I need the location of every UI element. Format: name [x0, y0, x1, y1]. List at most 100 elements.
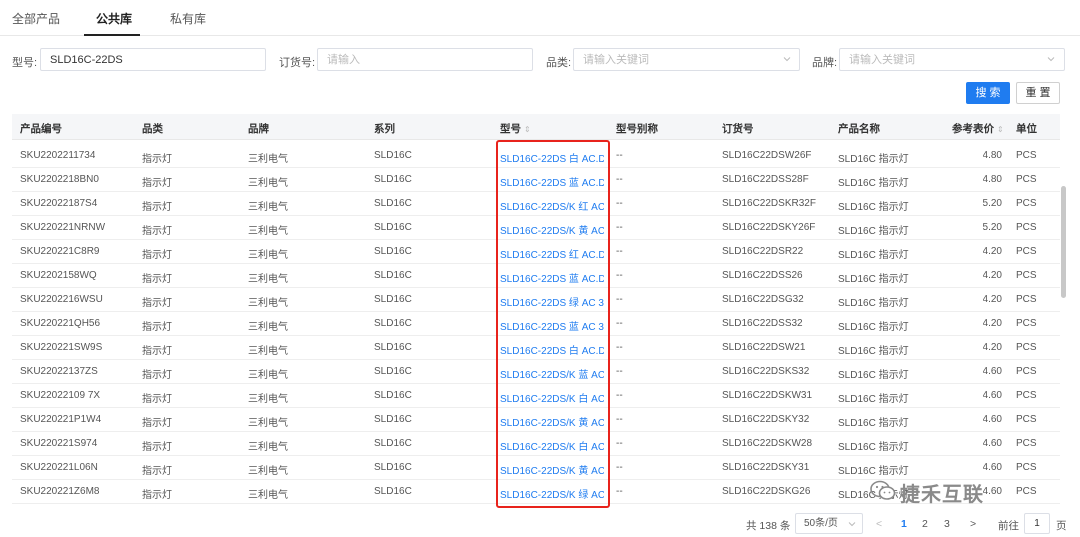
table-row[interactable]: SKU2202158WQ 指示灯 三利电气 SLD16C SLD16C-22DS 蓝 A… — [12, 264, 1060, 288]
cell-model-alias: -- — [616, 342, 623, 353]
table-row[interactable]: SKU220221QH56 指示灯 三利电气 SLD16C SLD16C-22DS 蓝 … — [12, 312, 1060, 336]
cell-model-alias: -- — [616, 486, 623, 497]
table-scrollbar[interactable] — [1060, 114, 1068, 510]
cell-series: SLD16C — [374, 150, 412, 161]
header-series: 系列 — [374, 123, 395, 135]
prev-page-button[interactable]: < — [876, 518, 882, 530]
cell-unit: PCS — [1016, 174, 1037, 185]
order-no-filter-input[interactable] — [317, 48, 533, 71]
cell-brand: 三利电气 — [248, 178, 288, 189]
page-3-button[interactable]: 3 — [944, 518, 950, 530]
page-suffix-label: 页 — [1056, 520, 1067, 532]
tab-private-library[interactable]: 私有库 — [170, 10, 206, 27]
cell-model-alias: -- — [616, 462, 623, 473]
reset-button[interactable]: 重 置 — [1016, 82, 1060, 104]
cell-product-no: SKU2202211734 — [20, 150, 96, 161]
tab-all-products[interactable]: 全部产品 — [12, 10, 60, 27]
cell-model[interactable]: SLD16C-22DS/K 黄 AC... — [500, 222, 604, 237]
table-row[interactable]: SKU22022137ZS 指示灯 三利电气 SLD16C SLD16C-22DS/K … — [12, 360, 1060, 384]
cell-product-no: SKU22022109 7X — [20, 390, 101, 401]
search-button[interactable]: 搜 索 — [966, 82, 1010, 104]
cell-model[interactable]: SLD16C-22DS 蓝 AC 38... — [500, 318, 604, 333]
table-row[interactable]: SKU2202211734 指示灯 三利电气 SLD16C SLD16C-22DS 白 … — [12, 144, 1060, 168]
cell-product-name: SLD16C 指示灯 — [838, 322, 909, 333]
cell-order-no: SLD16C22DSG32 — [722, 294, 804, 305]
table-row[interactable]: SKU220221SW9S 指示灯 三利电气 SLD16C SLD16C-22DS 白 … — [12, 336, 1060, 360]
order-no-filter-label: 订货号: — [279, 57, 316, 69]
cell-category: 指示灯 — [142, 178, 172, 189]
cell-model[interactable]: SLD16C-22DS/K 白 AC... — [500, 438, 604, 453]
goto-page-input[interactable]: 1 — [1024, 513, 1050, 534]
model-filter-input[interactable] — [40, 48, 266, 71]
cell-brand: 三利电气 — [248, 418, 288, 429]
cell-category: 指示灯 — [142, 370, 172, 381]
cell-series: SLD16C — [374, 342, 412, 353]
table-row[interactable]: SKU220221C8R9 指示灯 三利电气 SLD16C SLD16C-22DS 红 … — [12, 240, 1060, 264]
sort-icon[interactable]: ⇕ — [997, 125, 1004, 134]
cell-model-alias: -- — [616, 438, 623, 449]
cell-price: 4.20 — [982, 342, 1002, 353]
cell-model[interactable]: SLD16C-22DS/K 白 AC... — [500, 390, 604, 405]
header-model-label: 型号 — [500, 123, 521, 135]
cell-model-alias: -- — [616, 414, 623, 425]
next-page-button[interactable]: > — [970, 518, 976, 530]
cell-order-no: SLD16C22DSKW31 — [722, 390, 813, 401]
cell-model[interactable]: SLD16C-22DS 白 AC.D... — [500, 342, 604, 357]
cell-model[interactable]: SLD16C-22DS/K 绿 AC... — [500, 486, 604, 501]
header-price-label: 参考表价 — [952, 123, 994, 135]
scrollbar-thumb[interactable] — [1061, 186, 1066, 298]
header-price[interactable]: 参考表价 ⇕ — [952, 121, 1004, 136]
cell-series: SLD16C — [374, 414, 412, 425]
table-row[interactable]: SKU220221L06N 指示灯 三利电气 SLD16C SLD16C-22DS/K … — [12, 456, 1060, 480]
table-row[interactable]: SKU2202216WSU 指示灯 三利电气 SLD16C SLD16C-22DS 绿 … — [12, 288, 1060, 312]
cell-model[interactable]: SLD16C-22DS 蓝 AC.D... — [500, 174, 604, 189]
page-size-select[interactable]: 50条/页 — [795, 513, 863, 534]
cell-series: SLD16C — [374, 294, 412, 305]
cell-model[interactable]: SLD16C-22DS 白 AC.D... — [500, 150, 604, 165]
cell-brand: 三利电气 — [248, 298, 288, 309]
wechat-icon — [870, 480, 896, 500]
page-1-button[interactable]: 1 — [901, 518, 907, 530]
header-model[interactable]: 型号 ⇕ — [500, 121, 531, 136]
cell-model[interactable]: SLD16C-22DS 绿 AC 38... — [500, 294, 604, 309]
cell-order-no: SLD16C22DSS28F — [722, 174, 809, 185]
cell-model[interactable]: SLD16C-22DS/K 黄 AC... — [500, 462, 604, 477]
cell-series: SLD16C — [374, 366, 412, 377]
cell-model-alias: -- — [616, 318, 623, 329]
page-size-value: 50条/页 — [804, 518, 838, 529]
cell-model[interactable]: SLD16C-22DS 蓝 AC.D... — [500, 270, 604, 285]
tab-public-library[interactable]: 公共库 — [96, 10, 132, 27]
cell-model-alias: -- — [616, 270, 623, 281]
cell-model[interactable]: SLD16C-22DS/K 黄 AC ... — [500, 414, 604, 429]
cell-brand: 三利电气 — [248, 346, 288, 357]
cell-brand: 三利电气 — [248, 322, 288, 333]
table-row[interactable]: SKU220221P1W4 指示灯 三利电气 SLD16C SLD16C-22DS/K … — [12, 408, 1060, 432]
table-row[interactable]: SKU220221S974 指示灯 三利电气 SLD16C SLD16C-22DS/K … — [12, 432, 1060, 456]
table-row[interactable]: SKU220221NRNW 指示灯 三利电气 SLD16C SLD16C-22DS/K … — [12, 216, 1060, 240]
cell-brand: 三利电气 — [248, 202, 288, 213]
cell-brand: 三利电气 — [248, 442, 288, 453]
table-row[interactable]: SKU22022109 7X 指示灯 三利电气 SLD16C SLD16C-22DS/K… — [12, 384, 1060, 408]
cell-model[interactable]: SLD16C-22DS 红 AC.D... — [500, 246, 604, 261]
table-row[interactable]: SKU22022187S4 指示灯 三利电气 SLD16C SLD16C-22DS/K … — [12, 192, 1060, 216]
table-row[interactable]: SKU2202218BN0 指示灯 三利电气 SLD16C SLD16C-22DS 蓝 … — [12, 168, 1060, 192]
cell-product-name: SLD16C 指示灯 — [838, 442, 909, 453]
pagination-total: 共 138 条 — [746, 520, 791, 532]
cell-model[interactable]: SLD16C-22DS/K 红 AC ... — [500, 198, 604, 213]
cell-unit: PCS — [1016, 342, 1037, 353]
cell-model-alias: -- — [616, 222, 623, 233]
cell-series: SLD16C — [374, 318, 412, 329]
cell-unit: PCS — [1016, 294, 1037, 305]
cell-product-no: SKU220221Z6M8 — [20, 486, 100, 497]
category-filter-select[interactable] — [573, 48, 800, 71]
cell-product-no: SKU22022187S4 — [20, 198, 98, 209]
cell-product-no: SKU220221SW9S — [20, 342, 103, 353]
page-2-button[interactable]: 2 — [922, 518, 928, 530]
cell-model[interactable]: SLD16C-22DS/K 蓝 AC... — [500, 366, 604, 381]
cell-brand: 三利电气 — [248, 370, 288, 381]
sort-icon[interactable]: ⇕ — [524, 125, 531, 134]
brand-filter-select[interactable] — [839, 48, 1065, 71]
header-order-no: 订货号 — [722, 123, 754, 135]
cell-series: SLD16C — [374, 390, 412, 401]
header-unit: 单位 — [1016, 123, 1037, 135]
